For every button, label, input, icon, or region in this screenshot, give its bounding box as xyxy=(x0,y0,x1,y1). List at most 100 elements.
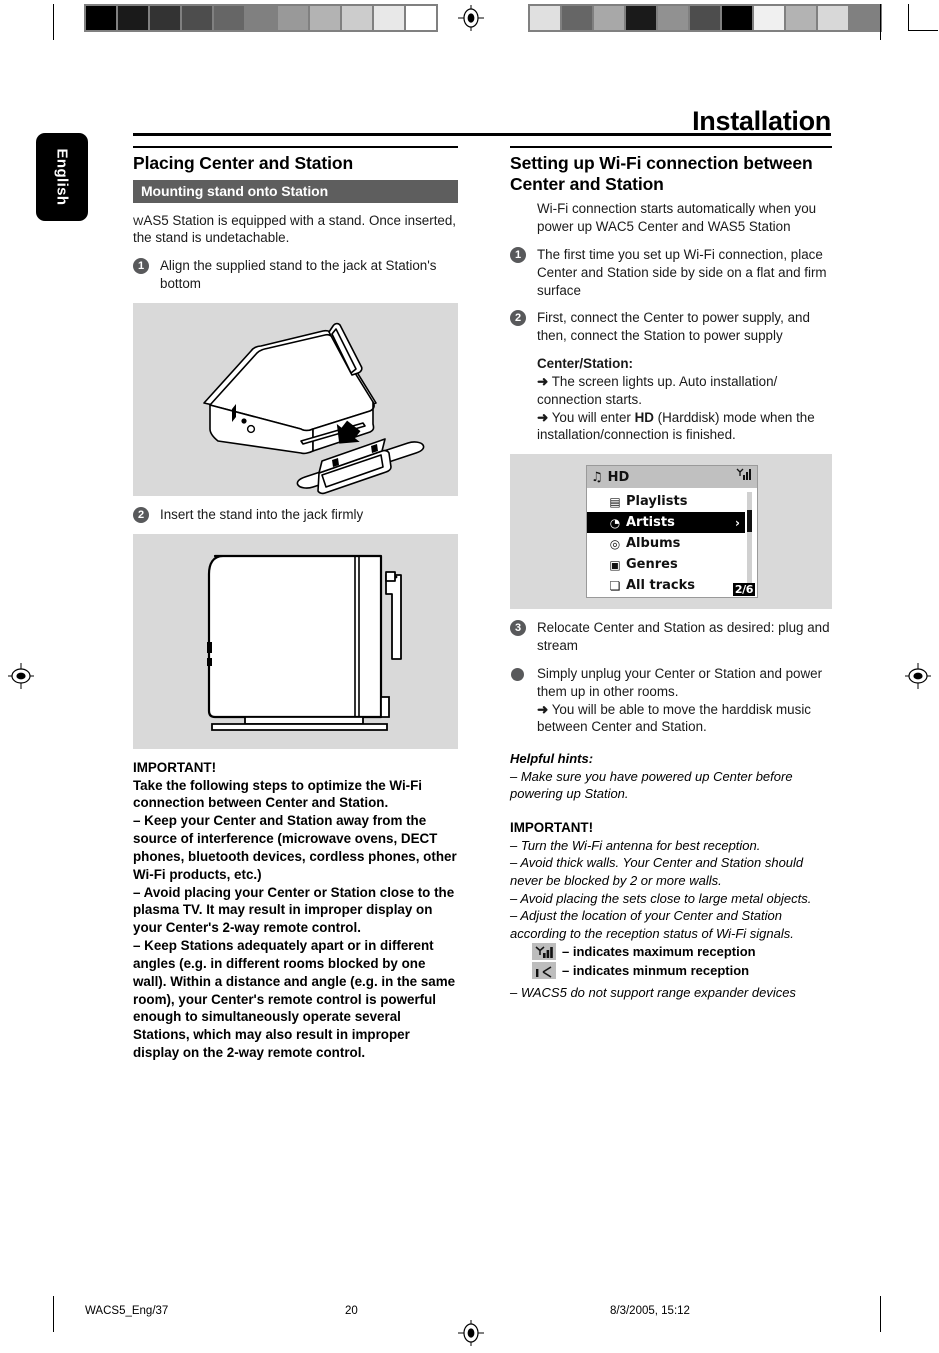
right-column: Setting up Wi-Fi connection between Cent… xyxy=(510,146,832,1002)
step-item-3: 3 Relocate Center and Station as desired… xyxy=(510,619,832,655)
important-block-right: IMPORTANT! – Turn the Wi-Fi antenna for … xyxy=(510,819,832,1002)
important-last-item: – WACS5 do not support range expander de… xyxy=(510,985,796,1001)
center-station-heading: Center/Station: xyxy=(537,356,633,372)
step-text: Insert the stand into the jack firmly xyxy=(160,506,364,522)
important-line: – Keep your Center and Station away from… xyxy=(133,813,457,882)
lcd-menu-list: ▤ Playlists ◔ Artists › ◎ Albums ▣ Genre… xyxy=(587,488,757,596)
color-swatch xyxy=(86,6,116,30)
color-swatch xyxy=(150,6,180,30)
color-swatch xyxy=(562,6,592,30)
center-station-block: Center/Station: ➜ The screen lights up. … xyxy=(510,355,832,444)
genres-icon: ▣ xyxy=(609,557,621,572)
color-swatch xyxy=(406,6,436,30)
artist-icon: ◔ xyxy=(609,515,621,530)
language-tab-label: English xyxy=(53,148,71,206)
arrow-right-icon: ➜ xyxy=(537,373,549,389)
album-icon: ◎ xyxy=(609,536,621,551)
crop-mark xyxy=(908,30,938,31)
color-swatch xyxy=(530,6,560,30)
intro-smallcap: W xyxy=(133,215,144,228)
lcd-item-genres[interactable]: ▣ Genres xyxy=(587,554,757,575)
color-swatch xyxy=(690,6,720,30)
step-item-1: 1 The first time you set up Wi-Fi connec… xyxy=(510,246,832,299)
reception-row-min: – indicates minmum reception xyxy=(532,961,832,980)
color-swatch xyxy=(214,6,244,30)
important-item: – Avoid thick walls. Your Center and Sta… xyxy=(510,855,804,889)
lcd-title-bar: ♫ HD xyxy=(587,466,757,489)
lcd-item-label: Playlists xyxy=(626,494,688,510)
lcd-item-all-tracks[interactable]: ❏ All tracks xyxy=(587,575,757,596)
header-divider xyxy=(133,133,831,136)
intro-rest: AS5 Station is equipped with a stand. On… xyxy=(133,212,457,246)
reception-max-text: – indicates maximum reception xyxy=(562,943,756,959)
registration-mark-right xyxy=(905,663,931,689)
step-number: 2 xyxy=(510,310,526,327)
lcd-item-label: Albums xyxy=(626,536,681,552)
color-swatch xyxy=(818,6,848,30)
section-title-placing: Placing Center and Station xyxy=(133,153,354,173)
color-swatch xyxy=(278,6,308,30)
wifi-intro-paragraph: Wi-Fi connection starts automatically wh… xyxy=(537,201,817,235)
step-text: Relocate Center and Station as desired: … xyxy=(537,620,830,654)
subsection-band-mounting: Mounting stand onto Station xyxy=(133,179,458,203)
signal-max-icon xyxy=(532,943,556,961)
section-divider xyxy=(133,146,458,148)
crop-mark xyxy=(53,4,54,40)
section-title-wifi: Setting up Wi-Fi connection between Cent… xyxy=(510,153,813,194)
color-calibration-bar-right xyxy=(528,4,882,32)
color-swatch xyxy=(310,6,340,30)
reception-row-max: – indicates maximum reception xyxy=(532,942,832,961)
lcd-scrollbar[interactable] xyxy=(747,492,752,593)
color-calibration-bar-left xyxy=(84,4,438,32)
step-number: 1 xyxy=(510,246,526,263)
page-footer: WACS5_Eng/37 20 8/3/2005, 15:12 xyxy=(0,1300,939,1330)
important-line: – Keep Stations adequately apart or in d… xyxy=(133,938,456,1061)
footer-file-name: WACS5_Eng/37 xyxy=(85,1305,169,1317)
step-item-2: 2 First, connect the Center to power sup… xyxy=(510,309,832,345)
step-text: Align the supplied stand to the jack at … xyxy=(160,258,437,292)
figure-lcd-display: ♫ HD ▤ Playlists ◔ Artists › ◎ Albums ▣ … xyxy=(510,454,832,610)
important-item: – Avoid placing the sets close to large … xyxy=(510,890,812,906)
step-number: 2 xyxy=(133,506,149,523)
center-station-line-2: ➜ You will enter HD (Harddisk) mode when… xyxy=(537,409,832,445)
lcd-item-artists[interactable]: ◔ Artists › xyxy=(587,512,745,534)
color-swatch xyxy=(850,6,880,30)
crop-mark xyxy=(880,4,881,40)
step-item-2: 2 Insert the stand into the jack firmly xyxy=(133,506,458,524)
lcd-item-playlists[interactable]: ▤ Playlists xyxy=(587,491,757,512)
lcd-item-label: Genres xyxy=(626,557,678,573)
footer-page-number: 20 xyxy=(345,1305,358,1317)
bullet-dot-icon xyxy=(511,667,524,681)
left-column: Placing Center and Station Mounting stan… xyxy=(133,146,458,1062)
hints-heading: Helpful hints: xyxy=(510,751,594,767)
color-swatch xyxy=(374,6,404,30)
important-heading: IMPORTANT! xyxy=(510,819,594,835)
important-item: – Adjust the location of your Center and… xyxy=(510,908,794,941)
bullet-text-1: Simply unplug your Center or Station and… xyxy=(537,665,823,699)
important-line: Take the following steps to optimize the… xyxy=(133,777,423,811)
figure-mount-stand xyxy=(133,302,458,496)
signal-min-icon xyxy=(532,962,556,980)
color-swatch xyxy=(626,6,656,30)
color-swatch xyxy=(118,6,148,30)
arrow-right-icon: ➜ xyxy=(537,409,549,425)
color-swatch xyxy=(754,6,784,30)
important-line: – Avoid placing your Center or Station c… xyxy=(133,884,455,936)
music-note-icon: ♫ xyxy=(591,469,603,485)
step-number: 3 xyxy=(510,620,526,637)
footer-date: 8/3/2005, 15:12 xyxy=(610,1305,690,1317)
step-text: First, connect the Center to power suppl… xyxy=(537,310,810,344)
important-heading: IMPORTANT! xyxy=(133,759,217,775)
figure-station-side-view xyxy=(133,533,458,749)
lcd-item-albums[interactable]: ◎ Albums xyxy=(587,533,757,554)
color-swatch xyxy=(246,6,276,30)
color-swatch xyxy=(182,6,212,30)
helpful-hints-block: Helpful hints: – Make sure you have powe… xyxy=(510,750,832,803)
chevron-right-icon: › xyxy=(735,515,740,530)
color-swatch xyxy=(722,6,752,30)
lcd-scroll-thumb[interactable] xyxy=(747,510,752,533)
intro-paragraph: WAS5 Station is equipped with a stand. O… xyxy=(133,212,458,248)
hints-item: – Make sure you have powered up Center b… xyxy=(510,768,793,802)
lcd-page-indicator: 2/6 xyxy=(732,583,755,597)
color-swatch xyxy=(342,6,372,30)
